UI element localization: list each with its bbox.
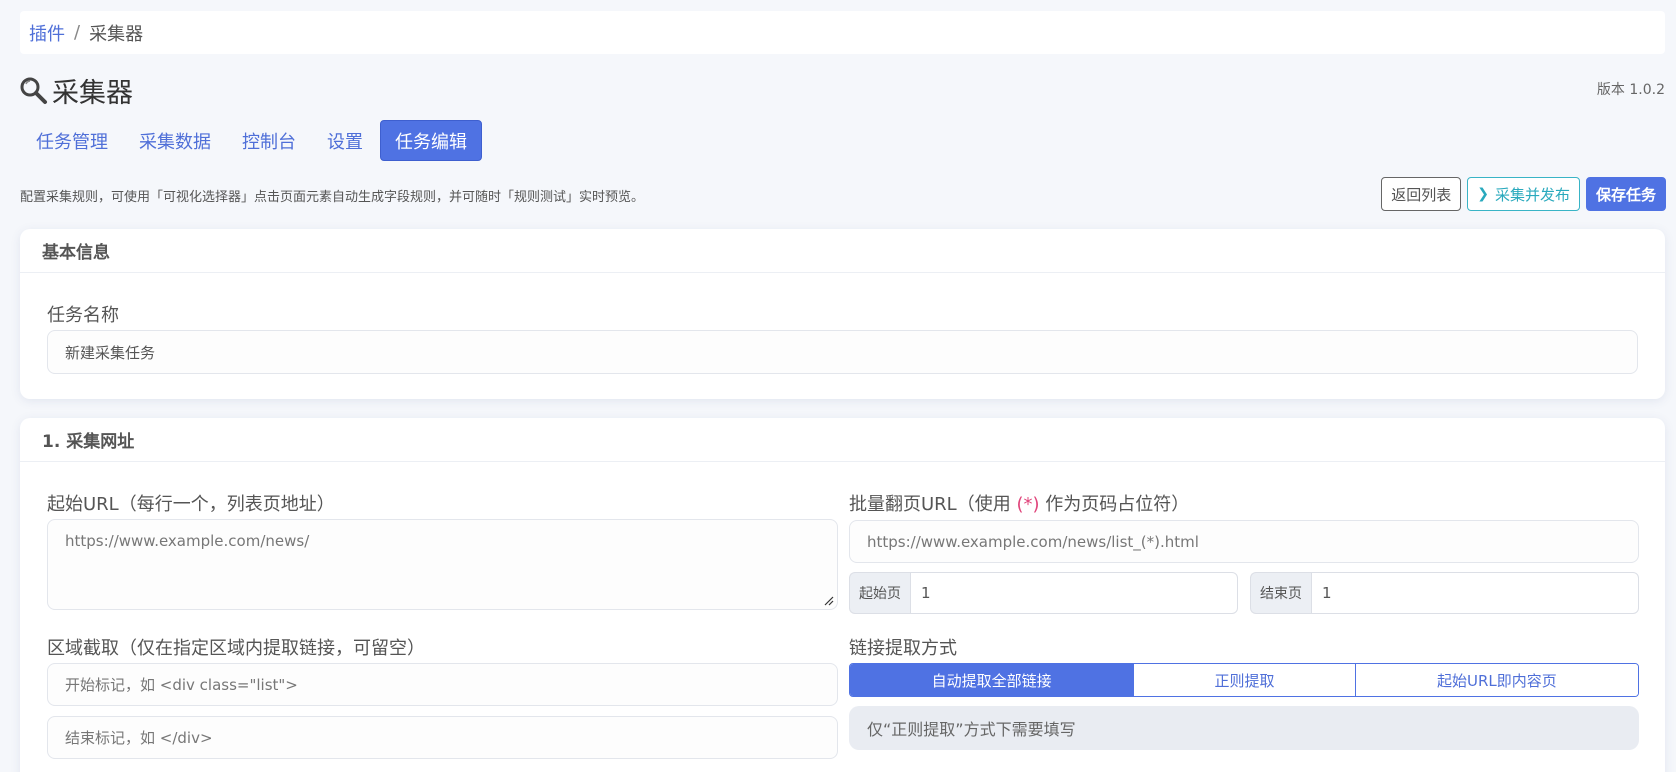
breadcrumb-link-plugins[interactable]: 插件 <box>29 20 65 46</box>
regex-input-placeholder: 仅“正则提取”方式下需要填写 <box>867 720 1076 739</box>
region-start-placeholder: 开始标记，如 <div class="list"> <box>65 676 298 694</box>
tab-task-edit[interactable]: 任务编辑 <box>380 120 482 161</box>
tab-bar: 任务管理 采集数据 控制台 设置 任务编辑 <box>22 120 485 161</box>
chevron-right-icon: ❯ <box>1477 186 1489 202</box>
back-to-list-button[interactable]: 返回列表 <box>1381 177 1462 211</box>
search-icon <box>20 77 47 104</box>
batch-url-label: 批量翻页URL（使用 (*) 作为页码占位符） <box>849 490 1189 516</box>
region-label: 区域截取（仅在指定区域内提取链接，可留空） <box>47 638 425 659</box>
collect-publish-label: 采集并发布 <box>1494 185 1570 204</box>
batch-url-label-pre: 批量翻页URL（使用 <box>849 494 1017 515</box>
batch-url-input[interactable]: https://www.example.com/news/list_(*).ht… <box>849 520 1639 563</box>
task-name-label: 任务名称 <box>47 305 119 326</box>
start-page-value: 1 <box>921 584 931 602</box>
resize-handle-icon[interactable] <box>824 596 834 606</box>
breadcrumb: 插件 / 采集器 <box>20 11 1665 54</box>
back-to-list-label: 返回列表 <box>1391 185 1452 204</box>
tab-console[interactable]: 控制台 <box>228 120 310 161</box>
link-method-selector: 自动提取全部链接 正则提取 起始URL即内容页 <box>849 663 1639 697</box>
save-task-button[interactable]: 保存任务 <box>1585 177 1666 211</box>
region-start-input[interactable]: 开始标记，如 <div class="list"> <box>47 663 838 706</box>
basic-info-header: 基本信息 <box>20 229 1665 273</box>
breadcrumb-current: 采集器 <box>89 23 144 45</box>
batch-url-input-placeholder: https://www.example.com/news/list_(*).ht… <box>867 532 1199 551</box>
task-name-value: 新建采集任务 <box>65 343 156 362</box>
start-url-placeholder: https://www.example.com/news/ <box>65 532 310 550</box>
tab-task-management[interactable]: 任务管理 <box>22 120 122 161</box>
regex-input[interactable]: 仅“正则提取”方式下需要填写 <box>849 706 1639 750</box>
end-page-group: 结束页 1 <box>1250 572 1639 614</box>
page-title: 采集器 <box>52 77 133 109</box>
start-page-input[interactable]: 1 <box>910 572 1238 614</box>
collect-url-card: 1. 采集网址 起始URL（每行一个，列表页地址） https://www.ex… <box>20 418 1665 772</box>
start-url-textarea[interactable]: https://www.example.com/news/ <box>47 519 838 610</box>
batch-url-placeholder-token: (*) <box>1016 494 1040 515</box>
link-method-label: 链接提取方式 <box>849 638 957 659</box>
start-page-label: 起始页 <box>849 572 910 614</box>
hint-text: 配置采集规则，可使用「可视化选择器」点击页面元素自动生成字段规则，并可随时「规则… <box>20 190 645 205</box>
region-end-placeholder: 结束标记，如 </div> <box>65 729 213 747</box>
link-method-auto[interactable]: 自动提取全部链接 <box>850 664 1134 696</box>
link-method-regex[interactable]: 正则提取 <box>1133 664 1355 696</box>
batch-url-label-post: 作为页码占位符） <box>1039 494 1190 515</box>
save-task-label: 保存任务 <box>1595 185 1656 204</box>
basic-info-card: 基本信息 任务名称 新建采集任务 <box>20 229 1665 399</box>
start-page-group: 起始页 1 <box>849 572 1238 614</box>
link-method-start-url[interactable]: 起始URL即内容页 <box>1354 664 1638 696</box>
start-url-label: 起始URL（每行一个，列表页地址） <box>47 494 335 515</box>
collect-url-header: 1. 采集网址 <box>20 418 1665 462</box>
action-buttons: 返回列表 ❯ 采集并发布 保存任务 <box>1381 177 1666 211</box>
page-root: 插件 / 采集器 采集器 版本 1.0.2 任务管理 采集数据 控制台 设置 任… <box>0 0 1676 772</box>
breadcrumb-separator: / <box>74 22 81 43</box>
end-page-label: 结束页 <box>1250 572 1311 614</box>
end-page-input[interactable]: 1 <box>1311 572 1639 614</box>
title-row: 采集器 <box>18 70 133 110</box>
task-name-input[interactable]: 新建采集任务 <box>47 330 1638 374</box>
tab-collected-data[interactable]: 采集数据 <box>125 120 225 161</box>
end-page-value: 1 <box>1322 584 1332 602</box>
version-label: 版本 1.0.2 <box>1596 82 1665 98</box>
collect-publish-button[interactable]: ❯ 采集并发布 <box>1467 177 1580 211</box>
region-end-input[interactable]: 结束标记，如 </div> <box>47 716 838 759</box>
tab-settings[interactable]: 设置 <box>313 120 377 161</box>
